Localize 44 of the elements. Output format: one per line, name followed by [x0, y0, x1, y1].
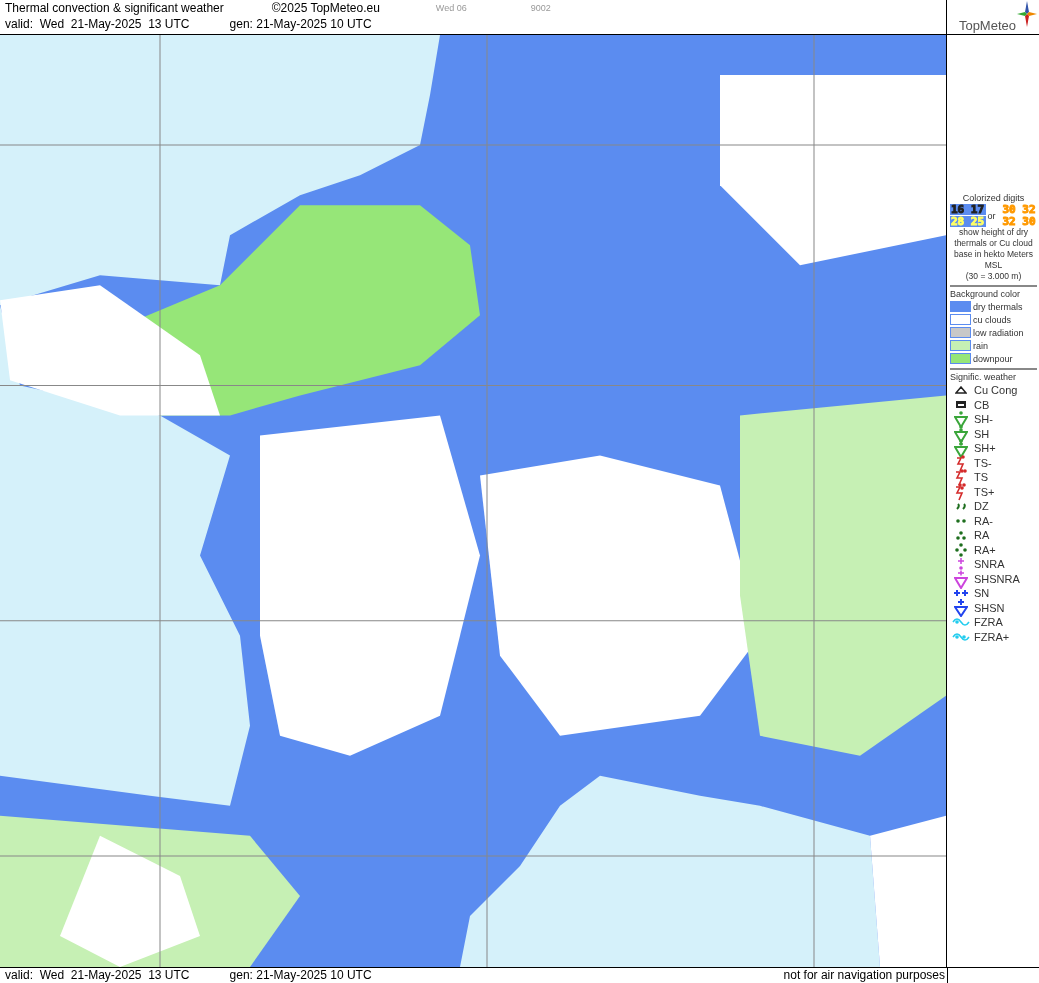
legend-label: RA+: [974, 543, 996, 556]
legend-text: or: [987, 210, 997, 221]
logo-text: TopMeteo: [958, 18, 1016, 33]
legend-heading: Colorized digits: [961, 193, 1026, 203]
legend-label: Cu Cong: [974, 384, 1018, 397]
digit-sample: 28 25: [951, 216, 985, 227]
digit-sample: 16 17: [951, 204, 985, 215]
legend-label: TS-: [974, 456, 992, 469]
legend-label: SH-: [974, 413, 993, 426]
chart-title: Thermal convection & significant weather: [5, 0, 224, 16]
legend-label: low radiation: [973, 327, 1024, 338]
legend-label: DZ: [974, 500, 989, 513]
legend-label: dry thermals: [973, 301, 1023, 312]
legend-heading: Signific. weather: [950, 372, 1018, 382]
legend-label: TS: [974, 471, 989, 484]
legend-label: downpour: [973, 353, 1013, 364]
legend-label: FZRA+: [974, 630, 1010, 643]
legend-note: show height of dry thermals or Cu cloud base in hekto Meters MSL: [953, 227, 1034, 271]
legend-label: SHSNRA: [974, 572, 1020, 585]
legend-label: RA-: [974, 514, 993, 527]
legend-label: rain: [973, 340, 988, 351]
legend-label: RA: [974, 529, 990, 542]
legend-label: SHSN: [974, 601, 1005, 614]
legend-label: TS+: [974, 485, 995, 498]
legend-label: SN: [974, 587, 990, 600]
legend-label: SH: [974, 427, 990, 440]
digit-sample: 30 32: [1002, 204, 1036, 215]
copyright-text: ©2025 TopMeteo.eu: [271, 0, 380, 16]
valid-time: valid: Wed 21-May-2025 13 UTC: [5, 968, 190, 983]
run-label: Wed 06: [435, 2, 467, 15]
legend-label: SH+: [974, 442, 996, 455]
logo-star-icon: [1017, 1, 1037, 27]
disclaimer-text: not for air navigation purposes: [745, 968, 948, 983]
valid-time: valid: Wed 21-May-2025 13 UTC: [5, 16, 190, 32]
legend-label: cu clouds: [973, 314, 1012, 325]
legend-label: SNRA: [974, 558, 1005, 571]
generated-time: gen: 21-May-2025 10 UTC: [229, 16, 372, 32]
digit-sample: 32 30: [1002, 216, 1036, 227]
legend-heading: Background color: [950, 289, 1022, 299]
legend-label: FZRA: [974, 616, 1003, 629]
legend-example: (30 = 3.000 m): [964, 271, 1023, 282]
product-code: 9002: [530, 2, 551, 15]
generated-time: gen: 21-May-2025 10 UTC: [229, 968, 372, 983]
legend-label: CB: [974, 398, 990, 411]
